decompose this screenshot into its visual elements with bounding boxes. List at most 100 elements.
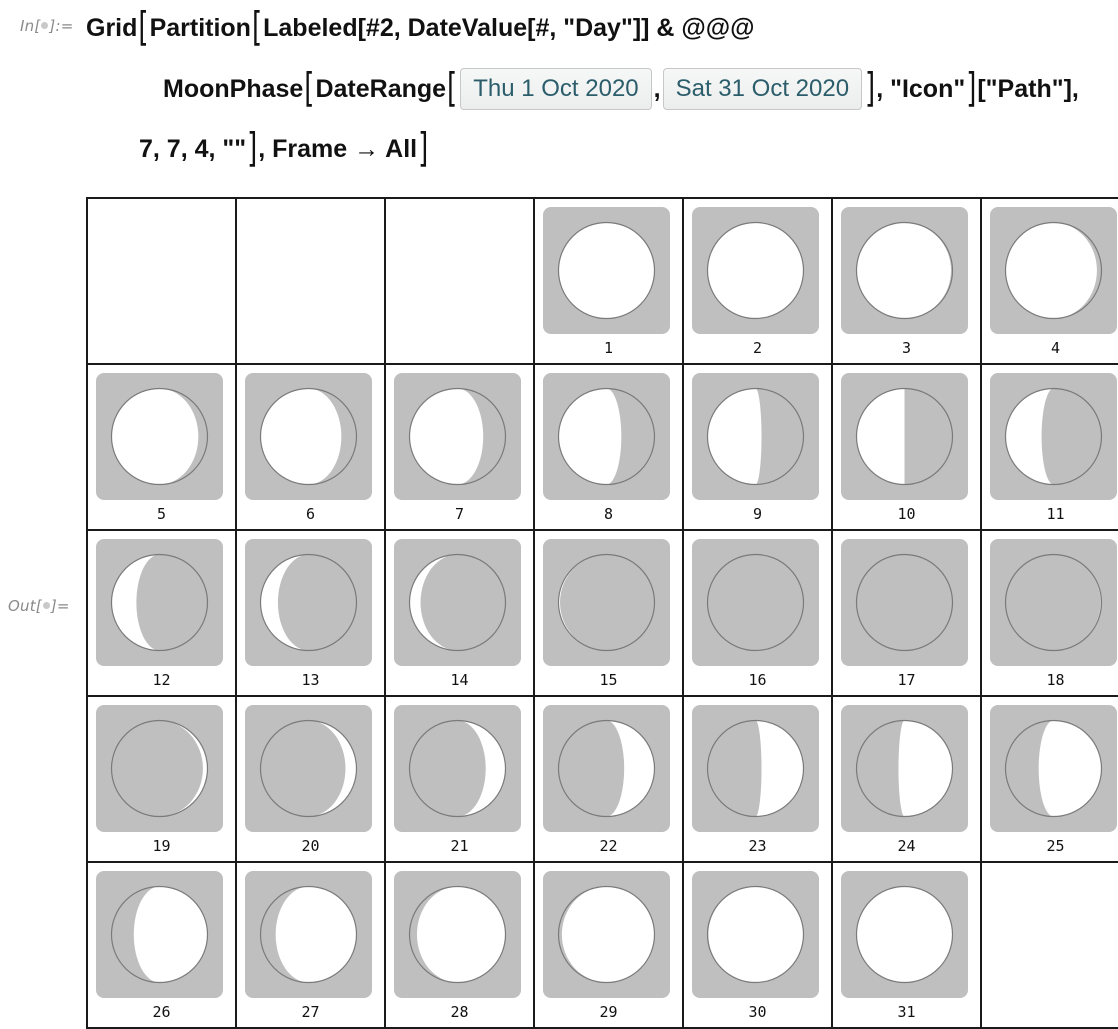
moon-phase-icon — [557, 719, 656, 818]
day-label: 17 — [897, 671, 916, 689]
moon-phase-icon — [557, 885, 656, 984]
moon-phase-calendar-grid: 1 2 3 4 5 6 7 8 9 10 11 12 13 14 15 16 17 18 19 20 21 22 23 24 2… — [86, 197, 1118, 1029]
cell-number-dot-icon — [41, 22, 49, 29]
day-label: 2 — [752, 339, 763, 357]
moon-icon-background — [543, 373, 670, 500]
moon-lit-area — [707, 388, 762, 485]
moon-phase-icon — [855, 387, 954, 486]
close-bracket-glyph: ] — [966, 65, 977, 113]
day-label: 18 — [1046, 671, 1065, 689]
moon-phase-icon — [1004, 719, 1103, 818]
moon-icon-background — [841, 539, 968, 666]
day-label: 8 — [603, 505, 614, 523]
moon-phase-icon — [855, 885, 954, 984]
empty-cell — [384, 197, 535, 365]
code-line-1[interactable]: Grid[Partition[Labeled[#2, DateValue[#, … — [86, 6, 755, 50]
moon-lit-area — [898, 720, 953, 817]
moon-phase-icon — [557, 387, 656, 486]
moon-lit-area — [856, 388, 905, 485]
day-label: 12 — [152, 671, 171, 689]
moon-icon-background — [543, 705, 670, 832]
moon-icon-background — [96, 373, 223, 500]
moon-lit-area — [133, 886, 208, 983]
day-label: 16 — [748, 671, 767, 689]
day-label: 4 — [1050, 339, 1061, 357]
output-cell-label: Out[]= — [8, 597, 70, 615]
moon-phase-icon — [110, 885, 209, 984]
day-cell: 2 — [682, 197, 833, 365]
day-cell: 28 — [384, 861, 535, 1029]
day-cell: 1 — [533, 197, 684, 365]
moon-icon-background — [96, 705, 223, 832]
moon-phase-icon — [706, 553, 805, 652]
labeled-expression: Labeled[#2, DateValue[#, "Day"]] & @@@ — [263, 13, 755, 42]
input-label-text: In[ — [20, 17, 41, 35]
day-label: 19 — [152, 837, 171, 855]
cell-number-dot-icon — [42, 602, 50, 609]
day-label: 30 — [748, 1003, 767, 1021]
moon-icon-background — [96, 871, 223, 998]
path-part: ["Path"], — [977, 74, 1079, 103]
date-object-end[interactable]: Sat 31 Oct 2020 — [662, 68, 863, 110]
day-cell: 26 — [86, 861, 237, 1029]
calendar-week-row: 19 20 21 22 23 24 25 — [86, 695, 1118, 863]
calendar-week-row: 1 2 3 4 — [86, 197, 1118, 365]
code-line-2[interactable]: MoonPhase[DateRange[Thu 1 Oct 2020, Sat 3… — [163, 64, 1079, 114]
moon-phase-icon — [557, 221, 656, 320]
moon-icon-background — [692, 705, 819, 832]
moon-icon-background — [841, 705, 968, 832]
moon-icon-background — [841, 207, 968, 334]
moon-phase-icon — [408, 387, 507, 486]
day-cell: 8 — [533, 363, 684, 531]
day-label: 10 — [897, 505, 916, 523]
moon-phase-icon — [110, 719, 209, 818]
empty-cell — [235, 197, 386, 365]
moon-icon-background — [692, 207, 819, 334]
day-label: 7 — [454, 505, 465, 523]
date-object-start[interactable]: Thu 1 Oct 2020 — [460, 68, 652, 110]
moon-lit-area — [755, 720, 804, 817]
day-cell: 19 — [86, 695, 237, 863]
day-label: 14 — [450, 671, 469, 689]
moon-phase-icon — [1004, 387, 1103, 486]
moon-lit-area — [275, 886, 357, 983]
moon-icon-background — [543, 539, 670, 666]
daterange-function: DateRange — [315, 74, 447, 103]
output-label-end: ]= — [50, 597, 70, 615]
moon-phase-icon — [408, 553, 507, 652]
day-cell: 21 — [384, 695, 535, 863]
day-cell: 14 — [384, 529, 535, 697]
day-cell: 9 — [682, 363, 833, 531]
day-label: 21 — [450, 837, 469, 855]
open-bracket-glyph: [ — [138, 4, 149, 52]
moon-icon-background — [245, 705, 372, 832]
moon-icon-background — [841, 871, 968, 998]
day-label: 25 — [1046, 837, 1065, 855]
moon-lit-area — [260, 388, 342, 485]
partition-arguments: 7, 7, 4, "" — [139, 134, 247, 163]
day-cell: 20 — [235, 695, 386, 863]
day-label: 15 — [599, 671, 618, 689]
moon-phase-icon — [855, 719, 954, 818]
day-cell: 11 — [980, 363, 1118, 531]
code-line-3[interactable]: 7, 7, 4, ""], Frame → All] — [139, 127, 429, 171]
moon-icon-background — [245, 871, 372, 998]
day-cell: 10 — [831, 363, 982, 531]
moon-icon-background — [543, 871, 670, 998]
day-label: 26 — [152, 1003, 171, 1021]
day-cell: 25 — [980, 695, 1118, 863]
open-bracket-glyph: [ — [447, 65, 458, 113]
moon-icon-background — [990, 705, 1117, 832]
moon-icon-background — [692, 539, 819, 666]
moon-lit-area — [1038, 720, 1102, 817]
day-label: 28 — [450, 1003, 469, 1021]
grid-function: Grid — [86, 13, 138, 42]
day-label: 27 — [301, 1003, 320, 1021]
day-label: 1 — [603, 339, 614, 357]
moon-phase-icon — [1004, 553, 1103, 652]
open-bracket-glyph: [ — [304, 65, 315, 113]
day-cell: 16 — [682, 529, 833, 697]
icon-argument: , "Icon" — [876, 74, 966, 103]
day-cell: 18 — [980, 529, 1118, 697]
day-cell: 6 — [235, 363, 386, 531]
